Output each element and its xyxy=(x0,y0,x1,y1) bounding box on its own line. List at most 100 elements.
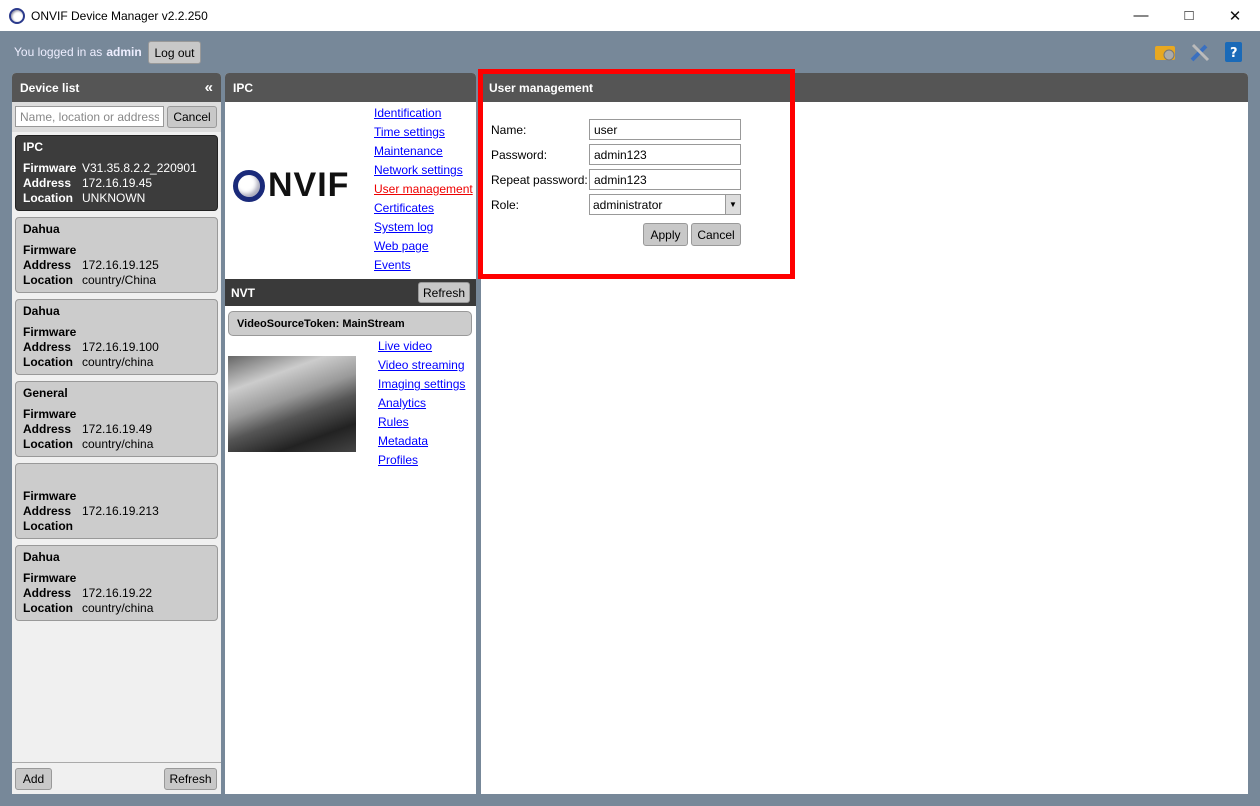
name-label: Name: xyxy=(491,122,527,137)
address-label: Address xyxy=(23,586,72,600)
link-rules[interactable]: Rules xyxy=(378,414,465,433)
device-card[interactable]: Firmware Address 172.16.19.213 Location xyxy=(15,463,218,539)
help-icon[interactable]: ? xyxy=(1222,40,1246,64)
device-name xyxy=(23,468,210,485)
link-maintenance[interactable]: Maintenance xyxy=(374,143,473,162)
link-analytics[interactable]: Analytics xyxy=(378,395,465,414)
user-form: Name: Password: Repeat password: Role: ad… xyxy=(491,117,741,217)
location-label: Location xyxy=(23,519,73,533)
address-label: Address xyxy=(23,258,72,272)
device-name: Dahua xyxy=(23,550,60,564)
onvif-logo: NVIF xyxy=(233,166,349,205)
link-user-management[interactable]: User management xyxy=(374,181,473,200)
firmware-label: Firmware xyxy=(23,407,77,421)
role-select[interactable]: administrator ▼ xyxy=(589,194,741,215)
link-events[interactable]: Events xyxy=(374,257,473,276)
device-card[interactable]: IPC Firmware V31.35.8.2.2_220901 Address 172… xyxy=(15,135,218,211)
device-card[interactable]: Dahua Firmware Address 172.16.19.125 Locatio… xyxy=(15,217,218,293)
refresh-nvt-button[interactable]: Refresh xyxy=(418,282,470,303)
login-user: admin xyxy=(106,45,142,59)
link-network-settings[interactable]: Network settings xyxy=(374,162,473,181)
add-device-button[interactable]: Add xyxy=(15,768,52,790)
device-card[interactable]: Dahua Firmware Address 172.16.19.100 Locatio… xyxy=(15,299,218,375)
firmware-label: Firmware xyxy=(23,243,77,257)
link-live-video[interactable]: Live video xyxy=(378,338,465,357)
link-identification[interactable]: Identification xyxy=(374,105,473,124)
device-card[interactable]: Dahua Firmware Address 172.16.19.22 Location… xyxy=(15,545,218,621)
address-value: 172.16.19.213 xyxy=(82,504,159,518)
firmware-label: Firmware xyxy=(23,489,77,503)
nvt-header: NVT Refresh xyxy=(225,279,476,306)
device-name: Dahua xyxy=(23,304,60,318)
name-input[interactable] xyxy=(589,119,741,140)
device-name: General xyxy=(23,386,68,400)
collapse-icon[interactable]: « xyxy=(205,79,213,96)
link-imaging-settings[interactable]: Imaging settings xyxy=(378,376,465,395)
ipc-panel: IPC NVIF Identification Time settings Main… xyxy=(225,73,476,794)
cancel-search-button[interactable]: Cancel xyxy=(167,106,217,128)
address-value: 172.16.19.22 xyxy=(82,586,153,600)
address-value: 172.16.19.100 xyxy=(82,340,159,354)
device-name: IPC xyxy=(23,140,44,154)
link-profiles[interactable]: Profiles xyxy=(378,452,465,471)
link-system-log[interactable]: System log xyxy=(374,219,473,238)
address-value: 172.16.19.125 xyxy=(82,258,159,272)
location-value: country/china xyxy=(82,437,154,451)
address-value: 172.16.19.49 xyxy=(82,422,153,436)
refresh-devices-button[interactable]: Refresh xyxy=(164,768,217,790)
app-icon xyxy=(9,7,25,24)
address-label: Address xyxy=(23,176,72,190)
close-button[interactable]: ✕ xyxy=(1212,0,1258,31)
apply-button[interactable]: Apply xyxy=(643,223,688,246)
chevron-down-icon[interactable]: ▼ xyxy=(725,195,740,214)
device-search-input[interactable] xyxy=(15,106,164,127)
user-management-panel: User management Name: Password: Repeat p… xyxy=(481,73,1248,794)
address-label: Address xyxy=(23,504,72,518)
role-label: Role: xyxy=(491,197,520,212)
location-label: Location xyxy=(23,273,73,287)
address-label: Address xyxy=(23,340,72,354)
firmware-label: Firmware xyxy=(23,161,77,175)
login-prefix: You logged in as xyxy=(14,45,103,59)
top-bar: You logged in as admin Log out ? xyxy=(0,31,1260,71)
maximize-button[interactable]: □ xyxy=(1166,0,1212,31)
link-video-streaming[interactable]: Video streaming xyxy=(378,357,465,376)
password-label: Password: xyxy=(491,147,548,162)
window-title: ONVIF Device Manager v2.2.250 xyxy=(31,8,208,23)
password-input[interactable] xyxy=(589,144,741,165)
nvt-title: NVT xyxy=(231,285,255,300)
location-value: UNKNOWN xyxy=(82,191,146,205)
video-preview[interactable] xyxy=(228,356,356,452)
location-label: Location xyxy=(23,601,73,615)
logout-button[interactable]: Log out xyxy=(148,41,201,64)
tools-icon[interactable] xyxy=(1188,40,1212,64)
role-value: administrator xyxy=(593,197,663,212)
address-value: 172.16.19.45 xyxy=(82,176,153,190)
device-list-title: Device list xyxy=(20,80,80,95)
link-certificates[interactable]: Certificates xyxy=(374,200,473,219)
cancel-button[interactable]: Cancel xyxy=(691,223,741,246)
link-metadata[interactable]: Metadata xyxy=(378,433,465,452)
svg-text:?: ? xyxy=(1230,46,1238,61)
repeat-password-input[interactable] xyxy=(589,169,741,190)
location-value: country/china xyxy=(82,601,154,615)
link-web-page[interactable]: Web page xyxy=(374,238,473,257)
address-label: Address xyxy=(23,422,72,436)
location-value: country/china xyxy=(82,355,154,369)
minimize-button[interactable]: — xyxy=(1118,0,1164,31)
firmware-label: Firmware xyxy=(23,571,77,585)
video-source-token[interactable]: VideoSourceToken: MainStream xyxy=(228,311,472,336)
title-bar: ONVIF Device Manager v2.2.250 — □ ✕ xyxy=(0,0,1260,31)
ipc-header: IPC xyxy=(225,73,476,102)
location-label: Location xyxy=(23,355,73,369)
device-list-header: Device list « xyxy=(12,73,221,102)
user-management-title: User management xyxy=(489,80,594,95)
device-name: Dahua xyxy=(23,222,60,236)
link-time-settings[interactable]: Time settings xyxy=(374,124,473,143)
settings-icon[interactable] xyxy=(1154,40,1178,64)
repeat-password-label: Repeat password: xyxy=(491,172,588,187)
user-management-header: User management xyxy=(481,73,1248,102)
device-card[interactable]: General Firmware Address 172.16.19.49 Locati… xyxy=(15,381,218,457)
location-value: country/China xyxy=(82,273,157,287)
ipc-title: IPC xyxy=(233,80,254,95)
